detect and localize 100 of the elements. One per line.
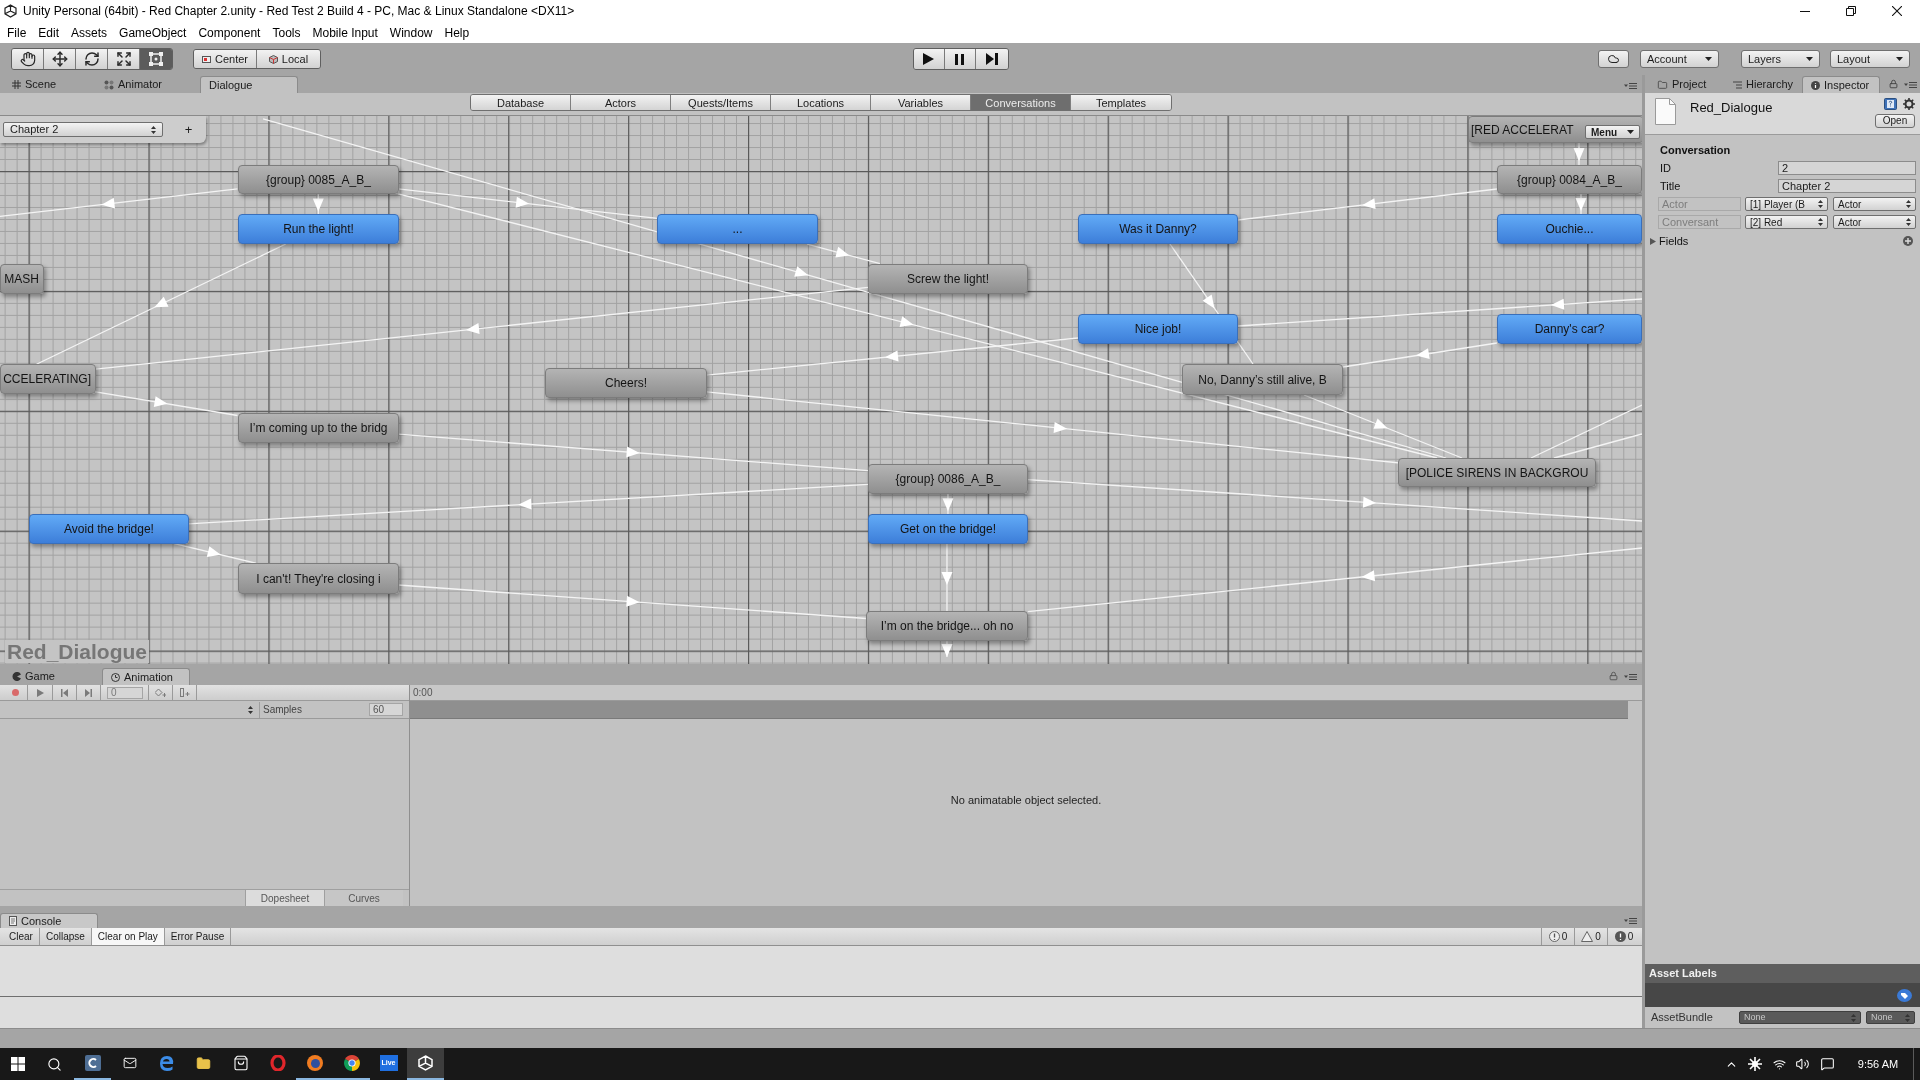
pause-button[interactable]	[944, 49, 976, 69]
participant-dropdown[interactable]: [2] Red	[1745, 215, 1828, 229]
tool-button[interactable]	[44, 49, 76, 69]
panel-menu-icon[interactable]	[1624, 918, 1637, 924]
panel-menu-icon[interactable]	[1904, 82, 1917, 88]
ring-icon	[269, 1055, 286, 1071]
dialogue-node[interactable]: I’m on the bridge... oh no	[866, 611, 1028, 641]
conversation-dropdown[interactable]: Chapter 2	[3, 122, 163, 137]
panel-menu-icon[interactable]	[1624, 674, 1637, 680]
dialogue-node[interactable]: Screw the light!	[868, 264, 1028, 294]
console-button[interactable]: Collapse	[39, 928, 92, 945]
type-dropdown[interactable]: Actor	[1833, 197, 1916, 211]
panel-tab[interactable]: Inspector	[1802, 76, 1880, 93]
dialogue-node[interactable]: Cheers!	[545, 368, 707, 398]
dialogue-node[interactable]: {group} 0086_A_B_	[868, 464, 1028, 494]
editor-tab[interactable]: Locations	[771, 95, 871, 110]
participant-dropdown[interactable]: [1] Player (B	[1745, 197, 1828, 211]
tool-button[interactable]	[140, 49, 172, 69]
pivot-button[interactable]: Center	[194, 50, 257, 68]
menu-item[interactable]: GameObject	[113, 23, 193, 42]
dialogue-node[interactable]: Nice job!	[1078, 314, 1238, 344]
message-icon[interactable]	[1820, 1057, 1835, 1071]
console-button[interactable]: Clear on Play	[91, 928, 165, 945]
lock-icon[interactable]	[1609, 671, 1618, 681]
dialogue-node[interactable]: {group} 0084_A_B_	[1497, 165, 1642, 194]
speaker-icon[interactable]	[1795, 1057, 1810, 1071]
dialogue-node[interactable]: Ouchie...	[1497, 214, 1642, 244]
panel-tab[interactable]: Animator	[96, 76, 196, 93]
layout-dropdown[interactable]: Layout	[1830, 50, 1910, 68]
editor-tab[interactable]: Quests/Items	[671, 95, 771, 110]
account-dropdown[interactable]: Account	[1640, 50, 1719, 68]
panel-tab[interactable]: Dialogue	[200, 76, 298, 93]
editor-tab[interactable]: Variables	[871, 95, 971, 110]
log-count-toggle[interactable]: 0	[1607, 928, 1640, 945]
tag-icon[interactable]	[1897, 988, 1912, 1002]
menu-dropdown[interactable]: Menu	[1585, 125, 1640, 139]
log-count-toggle[interactable]: 0	[1541, 928, 1574, 945]
panel-tab[interactable]: Game	[4, 668, 102, 685]
console-button[interactable]: Clear	[3, 928, 40, 945]
tool-button[interactable]	[12, 49, 44, 69]
editor-tab[interactable]: Conversations	[971, 95, 1071, 110]
dialogue-node[interactable]: {group} 0085_A_B_	[238, 165, 399, 194]
dialogue-node[interactable]: Run the light!	[238, 214, 399, 244]
editor-tab[interactable]: Actors	[571, 95, 671, 110]
menu-item[interactable]: Assets	[65, 23, 114, 42]
pivot-button[interactable]: Local	[257, 50, 320, 68]
text-field[interactable]: Chapter 2	[1778, 179, 1916, 193]
view-tab[interactable]: Dopesheet	[245, 890, 324, 906]
dialogue-node[interactable]: I’m coming up to the bridg	[238, 413, 399, 443]
text-field[interactable]: 2	[1778, 161, 1916, 175]
panel-menu-icon[interactable]	[1624, 83, 1637, 89]
dialogue-node[interactable]: CCELERATING]	[0, 364, 96, 394]
bundle-dropdown[interactable]: None	[1866, 1011, 1915, 1024]
dialogue-node[interactable]: [POLICE SIRENS IN BACKGROU	[1398, 458, 1596, 487]
panel-tab[interactable]: Hierarchy	[1725, 76, 1802, 93]
type-dropdown[interactable]: Actor	[1833, 215, 1916, 229]
menu-item[interactable]: Mobile Input	[306, 23, 384, 42]
dialogue-node[interactable]: I can't! They're closing i	[238, 563, 399, 594]
lock-icon[interactable]	[1889, 79, 1898, 89]
bundle-dropdown[interactable]: None	[1739, 1011, 1861, 1024]
dialogue-node[interactable]: Was it Danny?	[1078, 214, 1238, 244]
open-button[interactable]: Open	[1875, 114, 1915, 128]
panel-tab[interactable]: Scene	[4, 76, 96, 93]
menu-item[interactable]: Window	[383, 23, 439, 42]
console-button[interactable]: Error Pause	[164, 928, 232, 945]
menu-item[interactable]: Help	[438, 23, 476, 42]
dialogue-node[interactable]: Danny's car?	[1497, 314, 1642, 344]
console-tab[interactable]: Console	[0, 913, 98, 928]
dialogue-node[interactable]: No, Danny’s still alive, B	[1182, 364, 1343, 395]
view-tab[interactable]: Curves	[324, 890, 403, 906]
fields-foldout[interactable]: Fields	[1650, 232, 1689, 250]
step-button[interactable]	[975, 49, 1008, 69]
layers-dropdown[interactable]: Layers	[1741, 50, 1820, 68]
samples-field[interactable]: 60	[369, 703, 403, 716]
dialogue-node[interactable]: MASH	[0, 264, 44, 294]
help-book-icon[interactable]	[1884, 98, 1897, 110]
cloud-button[interactable]	[1598, 50, 1629, 68]
dialogue-node[interactable]: Get on the bridge!	[868, 514, 1028, 544]
menu-item[interactable]: Edit	[32, 23, 66, 42]
panel-tab[interactable]: Animation	[102, 668, 190, 685]
menu-item[interactable]: Tools	[266, 23, 307, 42]
clock-text[interactable]: 9:56 AM	[1849, 1055, 1907, 1073]
log-count-toggle[interactable]: 0	[1574, 928, 1607, 945]
plus-circle-icon[interactable]	[1903, 236, 1913, 246]
add-button[interactable]: +	[177, 122, 200, 137]
editor-tab[interactable]: Templates	[1071, 95, 1171, 110]
menu-item[interactable]: Component	[192, 23, 267, 42]
taskbar-button[interactable]	[407, 1048, 444, 1080]
editor-tab[interactable]: Database	[471, 95, 571, 110]
tool-button[interactable]	[76, 49, 108, 69]
triangle-right-icon	[1650, 237, 1656, 245]
dialogue-node[interactable]: Avoid the bridge!	[29, 514, 189, 544]
gear-icon[interactable]	[1903, 98, 1915, 110]
dialogue-node[interactable]: ...	[657, 214, 818, 244]
asterisk-icon[interactable]	[1748, 1057, 1762, 1071]
wifi-icon[interactable]	[1772, 1057, 1787, 1071]
menu-item[interactable]: File	[1, 23, 33, 42]
panel-tab[interactable]: Project	[1649, 76, 1725, 93]
tool-button[interactable]	[108, 49, 140, 69]
play-button[interactable]	[913, 49, 945, 69]
